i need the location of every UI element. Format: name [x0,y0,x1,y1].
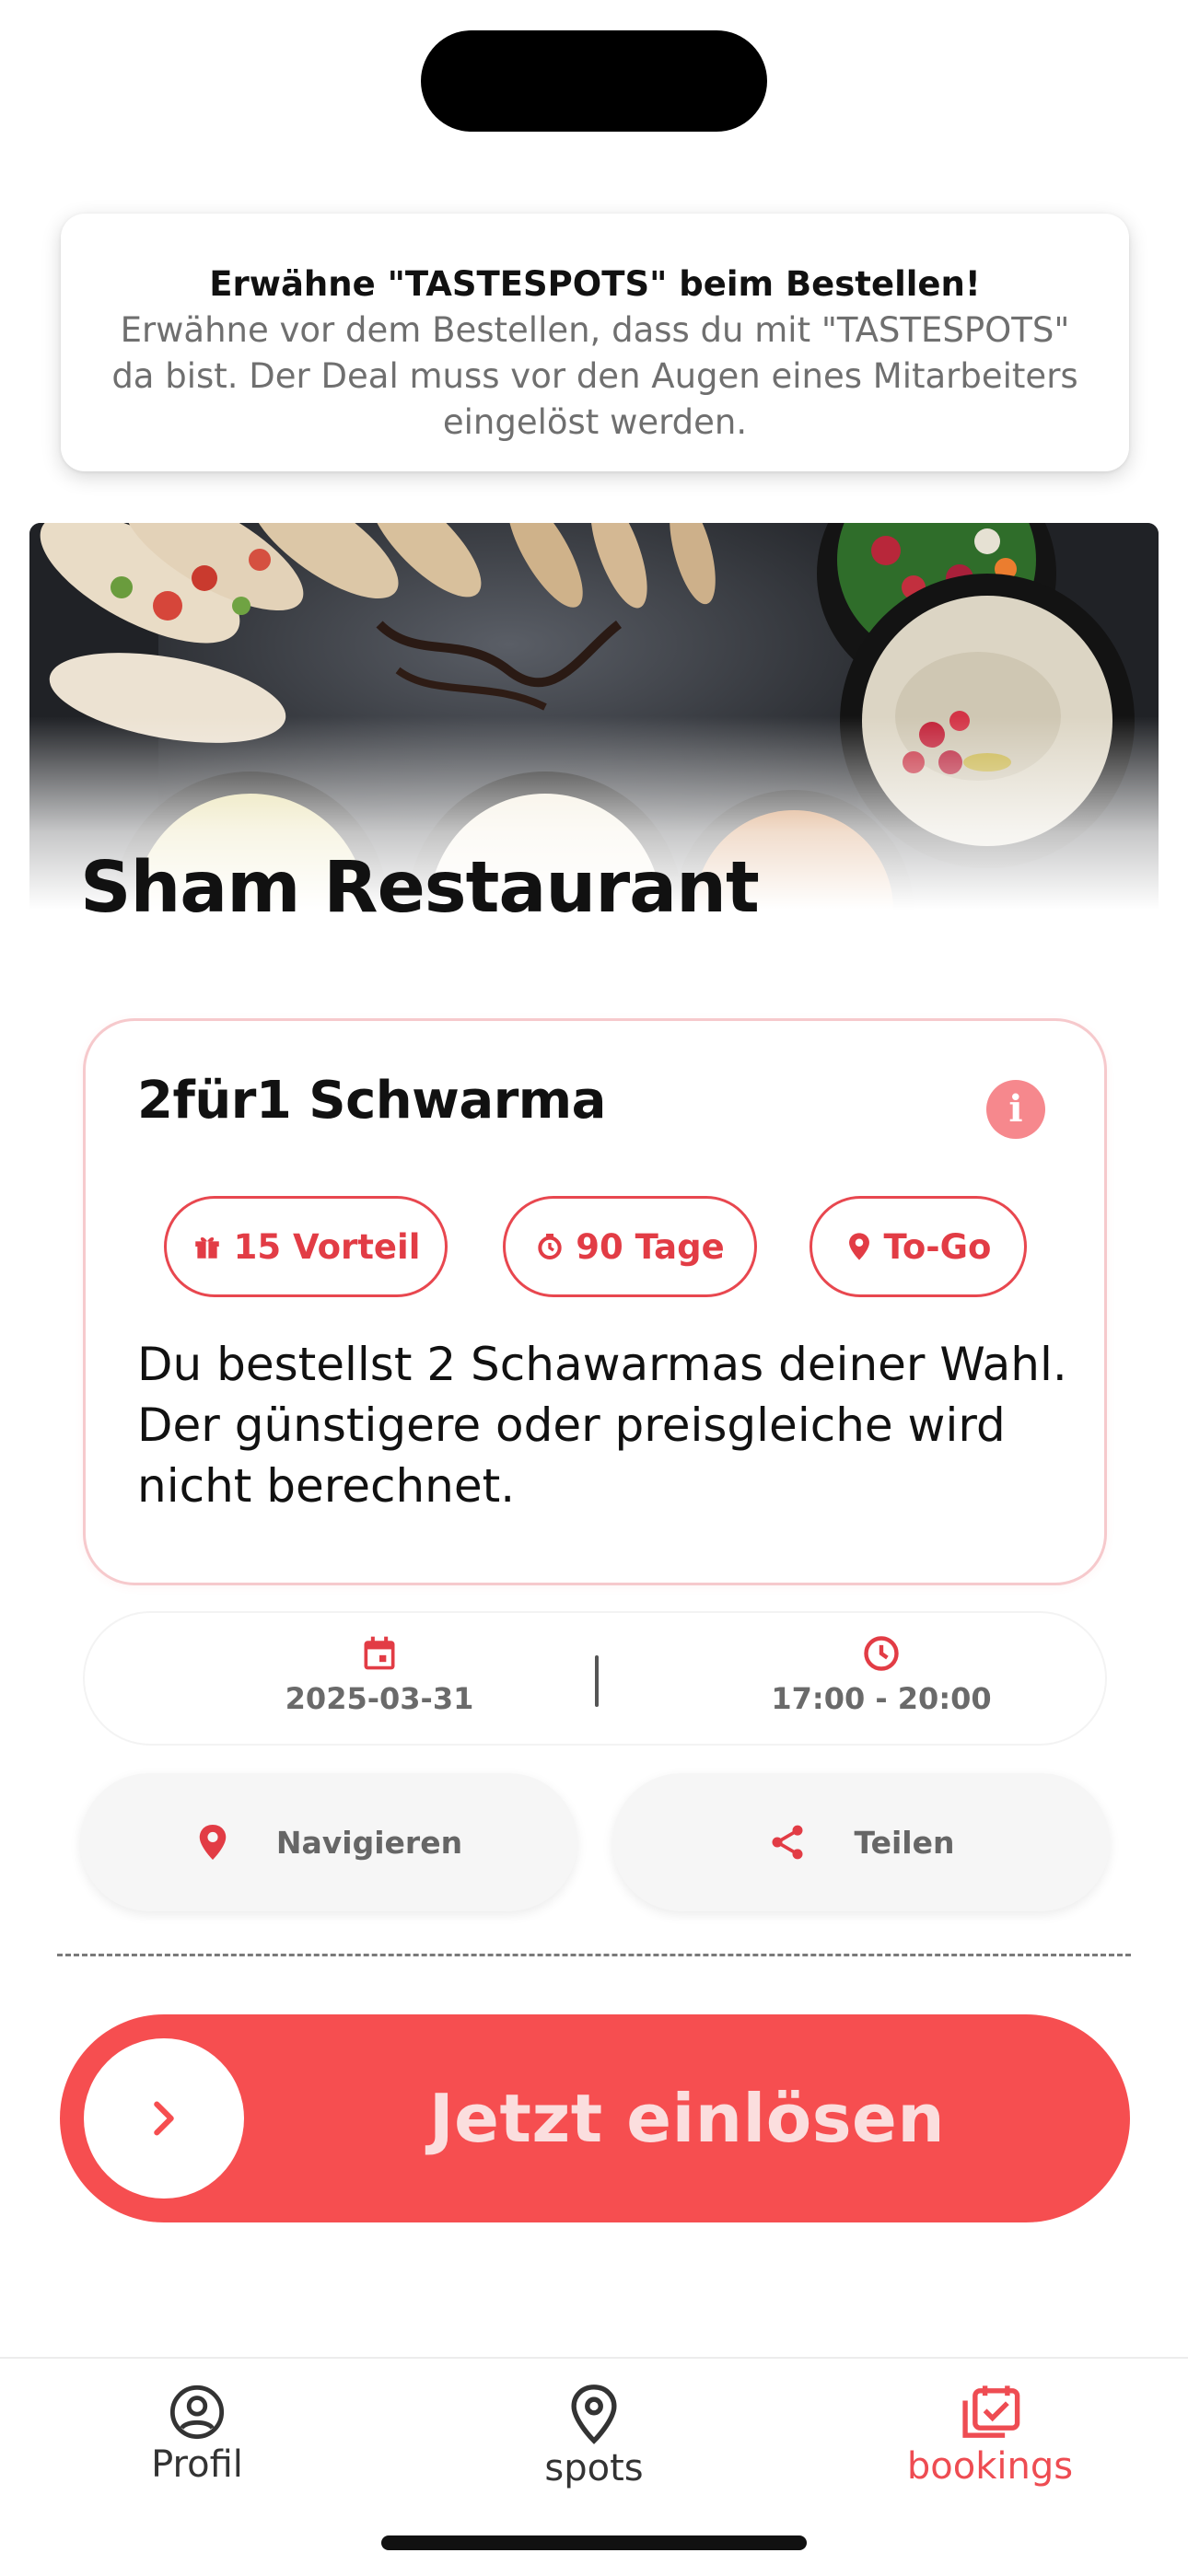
redeem-slider[interactable]: Jetzt einlösen [60,2014,1130,2222]
calendar-icon [364,1636,395,1670]
tab-spots-label: spots [544,2447,644,2489]
share-button[interactable]: Teilen [612,1773,1110,1911]
chip-duration: 90 Tage [503,1196,757,1297]
location-pin-icon [848,1233,869,1260]
profile-icon [169,2385,225,2440]
deal-title: 2für1 Schwarma [137,1071,606,1131]
tab-profil-label: Profil [151,2443,243,2486]
timer-icon [538,1234,562,1259]
restaurant-name: Sham Restaurant [80,847,760,929]
dynamic-island [421,30,767,132]
redeem-slider-handle[interactable] [84,2038,244,2199]
deal-description: Du bestellst 2 Schawarmas deiner Wahl. D… [137,1338,1067,1513]
location-pin-icon [199,1825,227,1860]
clock-icon [864,1636,899,1671]
notice-title: Erwähne "TASTESPOTS" beim Bestellen! [209,264,981,304]
chip-benefit-label: 15 Vorteil [233,1226,421,1267]
navigate-label: Navigieren [275,1824,463,1861]
chip-togo-label: To-Go [883,1226,992,1267]
tab-spots[interactable]: spots [474,2383,714,2489]
schedule-date: 2025-03-31 [195,1633,564,1716]
home-indicator [381,2535,807,2550]
chevron-right-icon [154,2101,174,2136]
calendar-check-icon [962,2385,1020,2438]
deal-card: Sham Restaurant 2für1 Schwarma i 15 Vort… [29,523,1159,2263]
tab-bookings-label: bookings [906,2445,1074,2488]
share-icon [772,1825,803,1860]
redeem-label: Jetzt einlösen [428,2080,946,2157]
chip-duration-label: 90 Tage [576,1226,725,1267]
location-pin-icon [571,2385,617,2444]
schedule-date-text: 2025-03-31 [285,1681,474,1716]
gift-icon [194,1237,219,1259]
schedule-bar: 2025-03-31 17:00 - 20:00 [83,1611,1107,1746]
schedule-time-text: 17:00 - 20:00 [771,1681,992,1716]
navigate-button[interactable]: Navigieren [80,1773,577,1911]
redeem-notice: Erwähne "TASTESPOTS" beim Bestellen! Erw… [61,214,1129,471]
tab-bookings[interactable]: bookings [870,2383,1110,2488]
chip-togo: To-Go [809,1196,1027,1297]
share-label: Teilen [854,1824,955,1861]
chip-benefit: 15 Vorteil [164,1196,448,1297]
notice-body: Erwähne vor dem Bestellen, dass du mit "… [111,310,1078,442]
dashed-divider [57,1954,1131,1956]
schedule-time: 17:00 - 20:00 [697,1633,1066,1716]
info-icon[interactable]: i [986,1080,1045,1139]
schedule-divider [595,1655,599,1707]
deal-box: 2für1 Schwarma i 15 Vorteil 90 Tage To-G… [83,1018,1107,1585]
tab-profil[interactable]: Profil [77,2383,317,2486]
